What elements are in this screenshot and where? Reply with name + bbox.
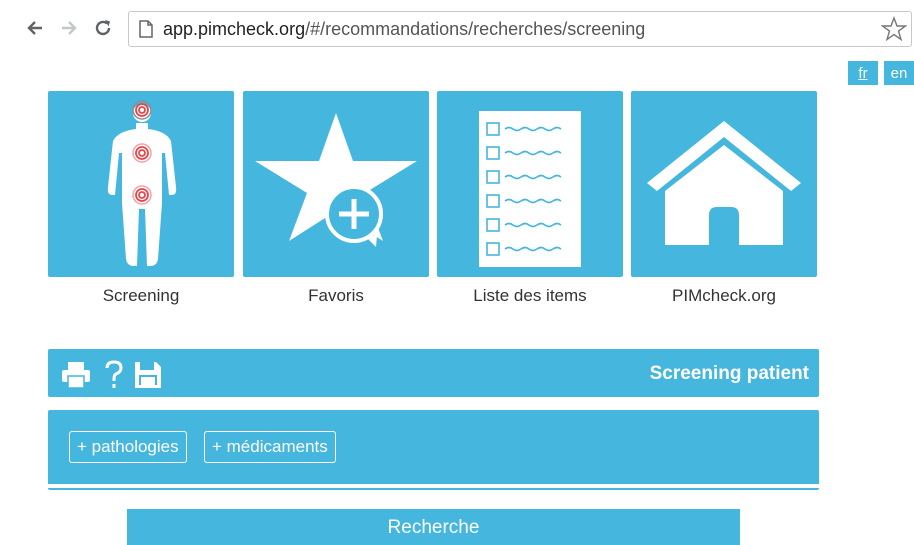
screening-panel-header: Screening patient <box>48 349 819 397</box>
home-icon <box>647 121 801 245</box>
star-plus-icon <box>255 113 417 247</box>
tile-favoris[interactable] <box>243 91 429 277</box>
forward-icon[interactable] <box>56 14 82 42</box>
tile-screening[interactable] <box>48 91 234 277</box>
tile-pimcheck[interactable] <box>631 91 817 277</box>
panel-title: Screening patient <box>649 363 809 384</box>
add-pathologies-button[interactable]: + pathologies <box>69 431 187 463</box>
address-bar[interactable]: app.pimcheck.org/#/recommandations/reche… <box>128 11 912 47</box>
tile-label-liste-items: Liste des items <box>473 286 587 305</box>
save-icon[interactable] <box>134 361 162 389</box>
body-icon <box>107 100 177 266</box>
lang-en-button[interactable]: en <box>884 61 914 85</box>
bookmark-star-icon[interactable] <box>881 16 907 42</box>
screening-panel-body: + pathologies + médicaments <box>48 410 819 490</box>
panel-divider <box>48 484 819 488</box>
page-icon <box>139 20 153 38</box>
url-path: /#/recommandations/recherches/screening <box>305 18 646 39</box>
reload-icon[interactable] <box>90 14 116 42</box>
tile-liste-items[interactable] <box>437 91 623 277</box>
print-icon[interactable] <box>60 361 92 389</box>
help-icon[interactable] <box>104 360 124 390</box>
url-text: app.pimcheck.org/#/recommandations/reche… <box>163 19 645 40</box>
add-medicaments-button[interactable]: + médicaments <box>204 431 336 463</box>
tile-label-favoris: Favoris <box>308 286 364 305</box>
browser-toolbar: app.pimcheck.org/#/recommandations/reche… <box>0 0 914 56</box>
url-host: app.pimcheck.org <box>163 18 306 39</box>
tile-label-pimcheck: PIMcheck.org <box>672 286 776 305</box>
tile-label-screening: Screening <box>102 286 180 305</box>
back-icon[interactable] <box>22 14 48 42</box>
lang-fr-button[interactable]: fr <box>848 61 878 85</box>
checklist-icon <box>479 111 581 267</box>
search-button[interactable]: Recherche <box>127 509 740 545</box>
